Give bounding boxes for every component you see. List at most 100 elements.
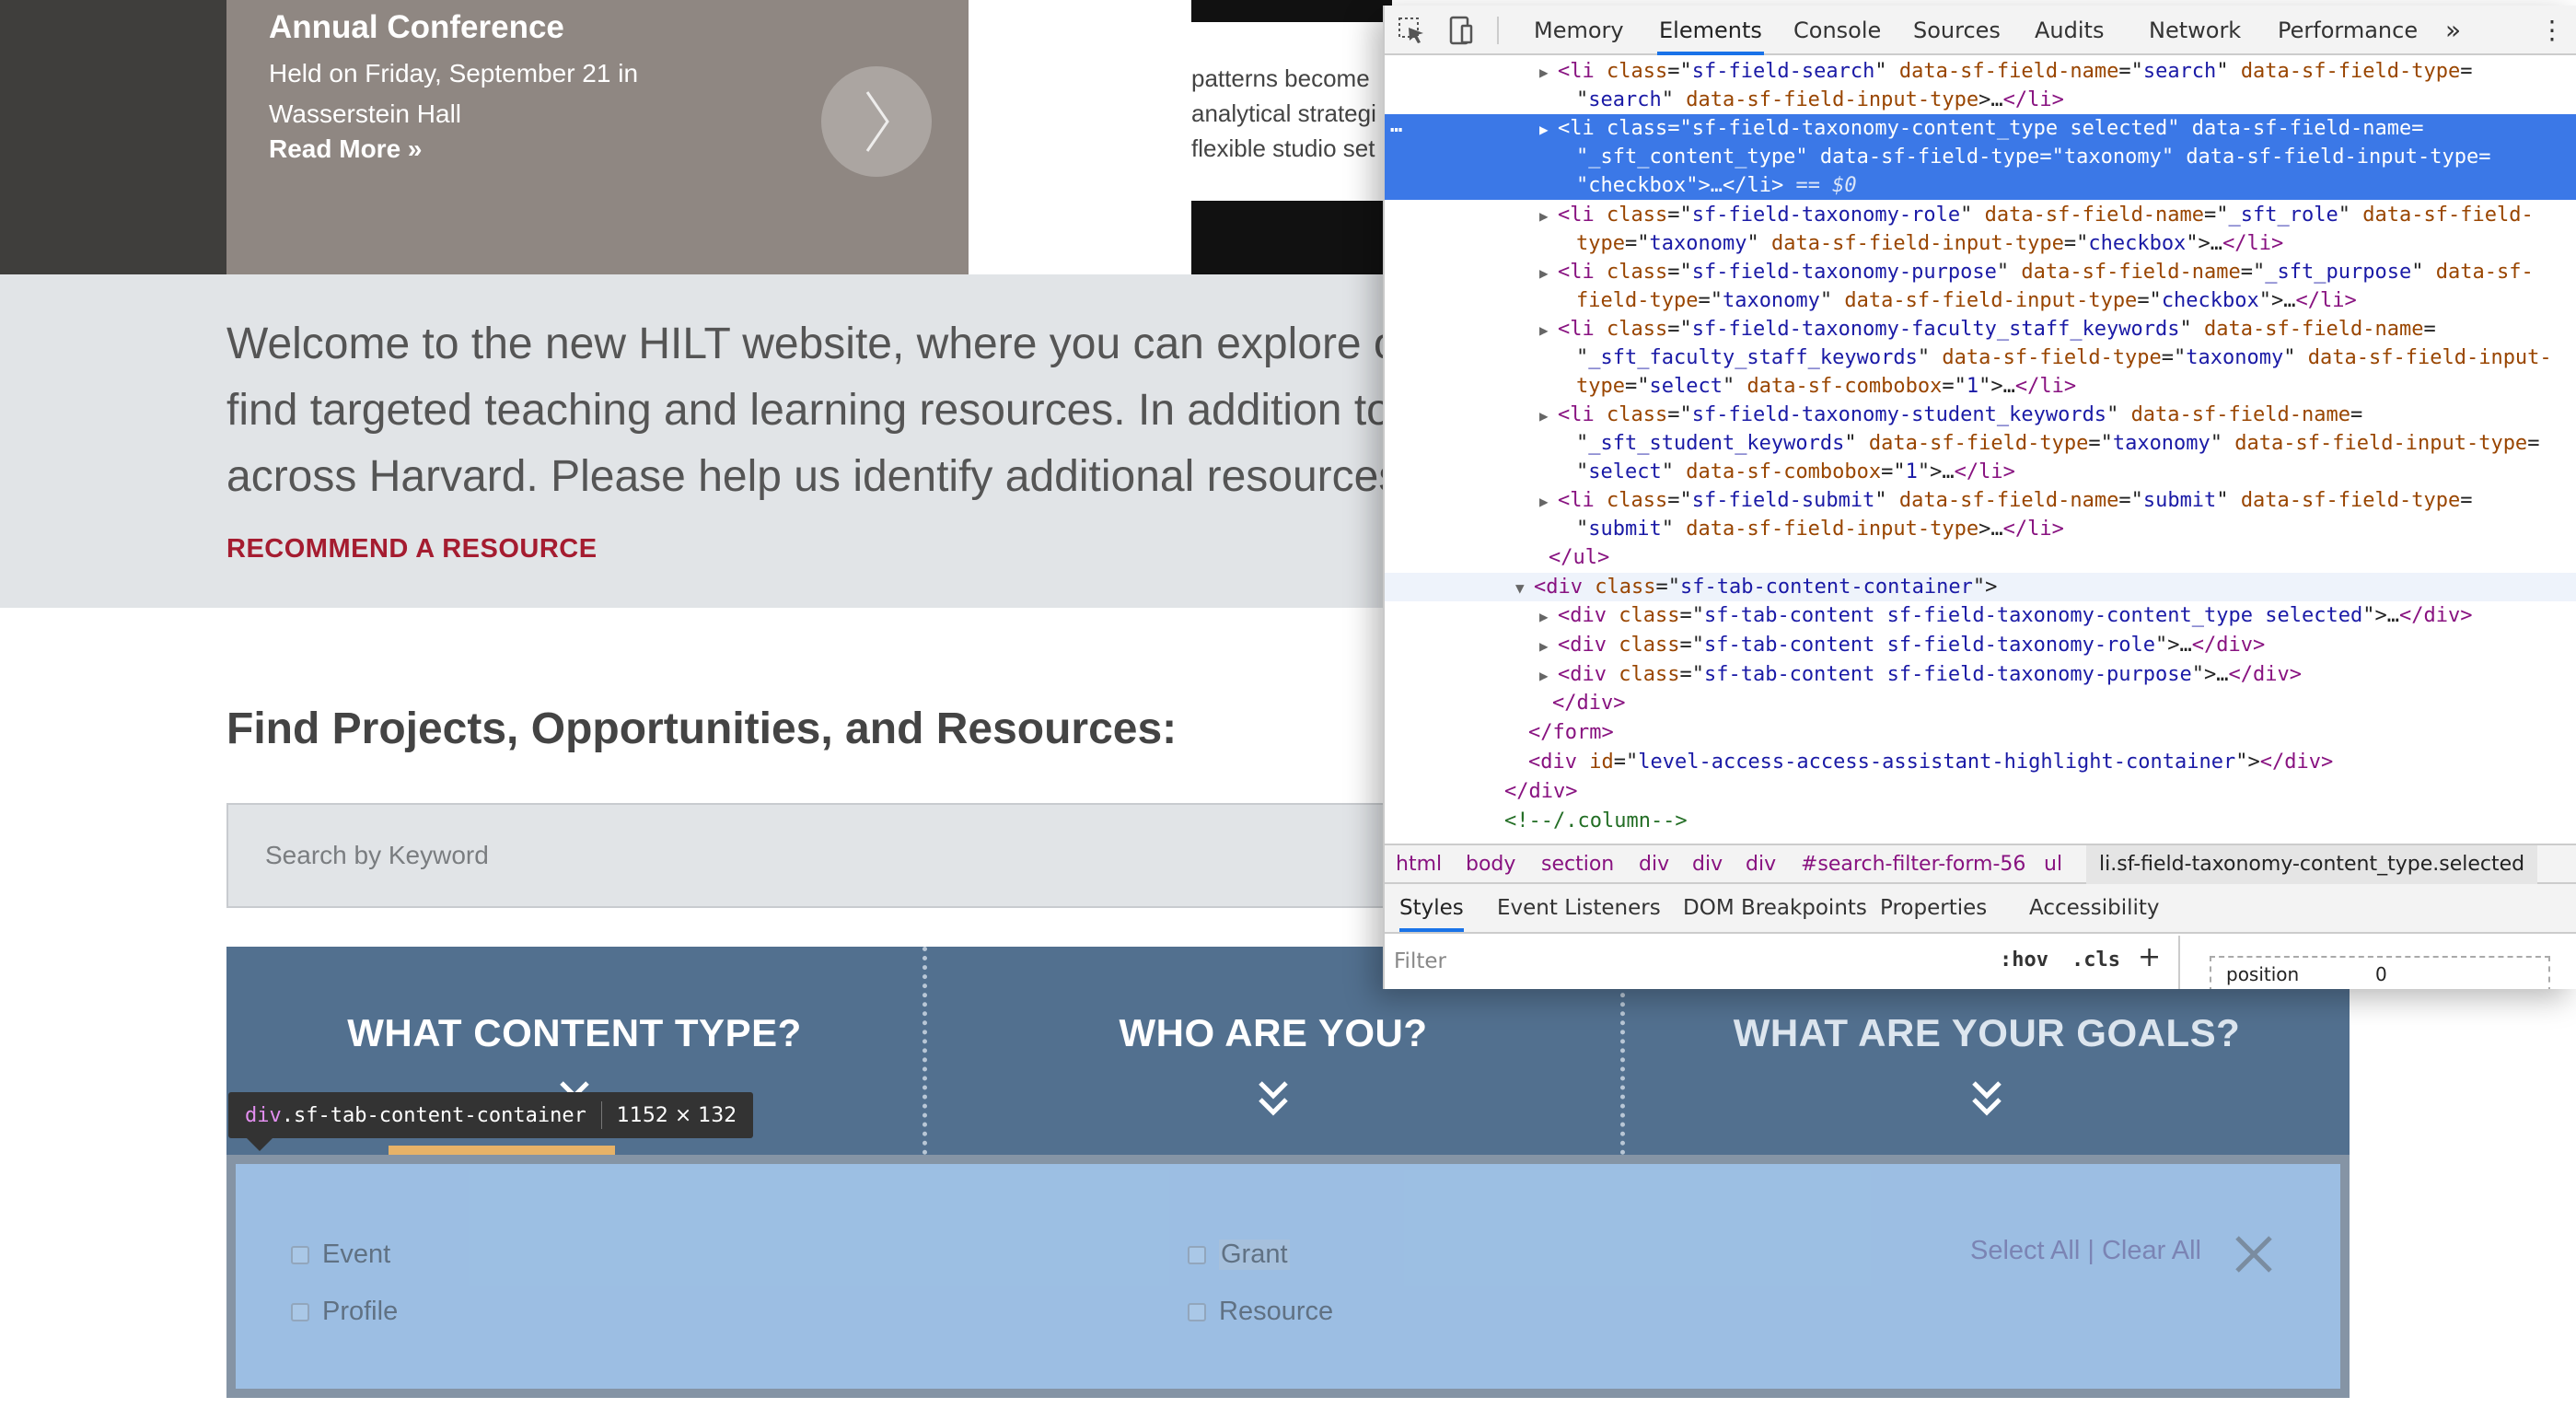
expand-triangle-icon[interactable]: ▶ [1539,58,1558,87]
expand-triangle-icon[interactable]: ▶ [1539,316,1558,344]
checkbox[interactable] [1188,1302,1206,1321]
dom-node-line[interactable]: ▶ <li class="sf-field-submit" data-sf-fie… [1385,486,2576,515]
option-resource[interactable]: Resource [1188,1297,1333,1327]
expand-triangle-icon[interactable]: ▶ [1539,202,1558,230]
expand-triangle-icon[interactable]: ▶ [1539,632,1558,660]
dom-node-line[interactable]: ▶ <li class="sf-field-taxonomy-student_ke… [1385,401,2576,429]
expand-triangle-icon[interactable]: ▶ [1539,487,1558,516]
dom-node-line[interactable]: ▶ <div class="sf-tab-content sf-field-tax… [1385,660,2576,689]
hero-subtitle: Held on Friday, September 21 in Wasserst… [269,59,639,128]
devtools-menu-button[interactable]: ⋮ [2539,6,2565,55]
collapse-triangle-icon[interactable]: ▼ [1515,574,1534,602]
inspect-element-icon[interactable] [1396,15,1427,46]
dom-node-line[interactable]: </div> [1385,689,2576,717]
styles-filter-input[interactable] [1394,943,1946,980]
dom-node-line[interactable]: "_sft_student_keywords" data-sf-field-ty… [1385,429,2576,458]
option-grant[interactable]: Grant [1188,1240,1290,1270]
dom-token: class [1619,604,1680,627]
checkbox[interactable] [291,1302,309,1321]
dom-node-line[interactable]: <!--/.column--> [1385,807,2576,835]
dom-node-line[interactable]: field-type="taxonomy" data-sf-field-inpu… [1385,286,2576,315]
close-icon[interactable] [2234,1234,2274,1275]
box-model-value[interactable]: 0 [2375,963,2387,985]
breadcrumb-item[interactable]: div [1639,845,1669,884]
tab-styles[interactable]: Styles [1399,884,1464,932]
hero-next-card[interactable]: patterns become analytical strategi flex… [1162,0,1392,274]
dom-node-selected[interactable]: "_sft_content_type" data-sf-field-type="… [1385,143,2576,171]
dom-node-line[interactable]: ▶ <li class="sf-field-taxonomy-purpose" d… [1385,258,2576,286]
breadcrumb-item[interactable]: html [1396,845,1442,884]
hover-state-toggle[interactable]: :hov [2000,949,2048,972]
dom-token: </div> [2259,751,2334,774]
more-tabs-button[interactable]: » [2445,6,2461,55]
dom-token: sf-field-taxonomy-content_type selected [1691,117,2168,140]
breadcrumb-item[interactable]: div [1692,845,1723,884]
dom-node-line[interactable]: "select" data-sf-combobox="1">…</li> [1385,458,2576,486]
dom-token: data-sf-field-type [2240,60,2461,83]
dom-token: </li> [1722,174,1784,197]
clear-all-link[interactable]: Clear All [2102,1236,2201,1265]
dom-token: </div> [2191,634,2266,657]
dom-node-line[interactable]: "submit" data-sf-field-input-type>…</li> [1385,515,2576,543]
tab-elements[interactable]: Elements [1657,6,1764,55]
expand-triangle-icon[interactable]: ▶ [1539,661,1558,690]
dom-token: data-sf-field- [2362,204,2534,227]
class-toggle[interactable]: .cls [2071,949,2120,972]
dom-node-selected[interactable]: ▶ <li class="sf-field-taxonomy-content_ty… [1385,114,2576,143]
tab-network[interactable]: Network [2147,6,2243,55]
tab-properties[interactable]: Properties [1880,884,1987,932]
dom-token: " [1844,432,1869,455]
hero-card[interactable]: Annual Conference Held on Friday, Septem… [226,0,969,274]
breadcrumb-item-selected[interactable]: li.sf-field-taxonomy-content_type.select… [2086,845,2538,884]
new-style-rule-button[interactable]: + [2138,941,2161,973]
expand-triangle-icon[interactable]: ▶ [1539,259,1558,287]
dom-node-line[interactable]: "search" data-sf-field-input-type>…</li> [1385,86,2576,114]
dom-node-line[interactable]: ▶ <li class="sf-field-search" data-sf-fie… [1385,57,2576,86]
dom-node-line[interactable]: ▶ <li class="sf-field-taxonomy-faculty_st… [1385,315,2576,343]
dom-token: <li [1558,204,1607,227]
tab-console[interactable]: Console [1792,6,1883,55]
dom-node-line[interactable]: </div> [1385,777,2576,806]
tab-accessibility[interactable]: Accessibility [2029,884,2160,932]
node-menu-ellipsis-icon[interactable]: … [1390,114,1427,137]
checkbox[interactable] [1188,1245,1206,1264]
dom-node-line[interactable]: ▼ <div class="sf-tab-content-container"> [1385,573,2576,601]
tab-performance[interactable]: Performance [2276,6,2419,55]
expand-triangle-icon[interactable]: ▶ [1539,602,1558,631]
tab-event-listeners[interactable]: Event Listeners [1497,884,1661,932]
tab-memory[interactable]: Memory [1532,6,1626,55]
dom-token: </div> [2398,604,2473,627]
tab-dom-breakpoints[interactable]: DOM Breakpoints [1683,884,1867,932]
recommend-resource-link[interactable]: RECOMMEND A RESOURCE [226,534,598,565]
dom-node-line[interactable]: type="taxonomy" data-sf-field-input-type… [1385,229,2576,258]
dom-node-line[interactable]: ▶ <li class="sf-field-taxonomy-role" data… [1385,201,2576,229]
tab-audits[interactable]: Audits [2033,6,2106,55]
breadcrumb-item[interactable]: ul [2044,845,2062,884]
tab-sources[interactable]: Sources [1911,6,2002,55]
dom-node-selected[interactable]: "checkbox">…</li> == $0 [1385,171,2576,200]
dom-token: <li [1558,60,1607,83]
select-all-link[interactable]: Select All [1970,1236,2080,1265]
option-profile[interactable]: Profile [291,1297,398,1327]
dom-node-line[interactable]: </ul> [1385,543,2576,572]
dom-node-line[interactable]: "_sft_faculty_staff_keywords" data-sf-fi… [1385,343,2576,372]
breadcrumb-item[interactable]: body [1466,845,1515,884]
device-toolbar-icon[interactable] [1445,15,1477,46]
breadcrumb-item[interactable]: div [1746,845,1776,884]
dom-node-line[interactable]: <div id="level-access-access-assistant-h… [1385,748,2576,776]
checkbox[interactable] [291,1245,309,1264]
dom-token: " [2216,60,2241,83]
keyword-search-input[interactable] [265,805,1554,906]
next-slide-button[interactable] [821,66,932,177]
hero-read-more-link[interactable]: Read More » [269,134,423,164]
elements-dom-tree[interactable]: ▶ <li class="sf-field-search" data-sf-fie… [1385,57,2576,845]
dom-node-line[interactable]: </form> [1385,718,2576,747]
dom-node-line[interactable]: type="select" data-sf-combobox="1">…</li… [1385,372,2576,401]
breadcrumb-item[interactable]: #search-filter-form-56 [1801,845,2025,884]
expand-triangle-icon[interactable]: ▶ [1539,402,1558,430]
option-event[interactable]: Event [291,1240,390,1270]
dom-node-line[interactable]: ▶ <div class="sf-tab-content sf-field-tax… [1385,631,2576,659]
breadcrumb-item[interactable]: section [1541,845,1614,884]
dom-node-line[interactable]: ▶ <div class="sf-tab-content sf-field-tax… [1385,601,2576,630]
expand-triangle-icon[interactable]: ▶ [1539,115,1558,144]
